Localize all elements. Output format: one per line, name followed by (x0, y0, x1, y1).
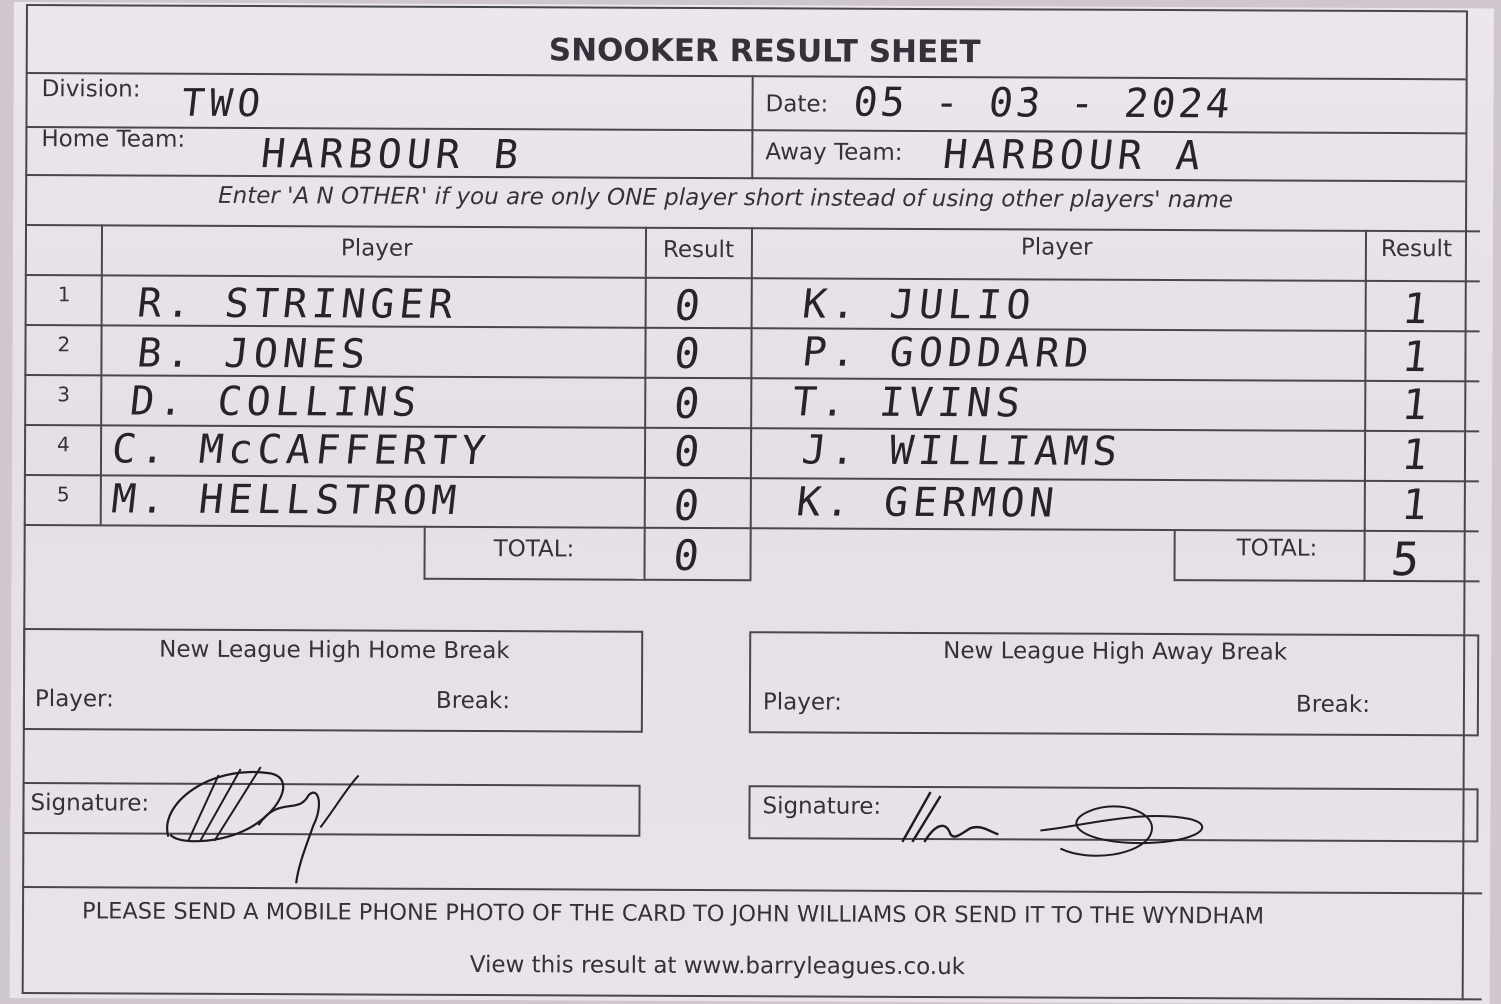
date-label: Date: (765, 91, 829, 118)
away-result: 1 (1399, 480, 1430, 530)
away-player-name: P. GODDARD (799, 329, 1096, 377)
home-result: 0 (672, 280, 703, 330)
away-player-header: Player (1020, 234, 1093, 261)
home-result: 0 (671, 426, 703, 476)
home-total-value: 0 (670, 530, 702, 580)
home-player-name: M. HELLSTROM (109, 476, 464, 524)
away-team-label: Away Team: (765, 139, 903, 166)
rule-footer (22, 886, 1483, 895)
date-value: 05 - 03 - 2024 (851, 79, 1236, 128)
away-team-value: HARBOUR A (940, 132, 1208, 180)
away-result: 1 (1399, 332, 1431, 382)
away-break-heading: New League High Away Break (943, 638, 1288, 666)
away-total-value: 5 (1388, 532, 1423, 587)
away-player-name: K. JULIO (800, 281, 1038, 329)
footer-website: View this result at www.barryleagues.co.… (469, 951, 966, 981)
row-number: 1 (57, 282, 71, 307)
row-number: 2 (57, 332, 71, 357)
away-player-name: K. GERMON (794, 479, 1062, 527)
home-result-header: Result (662, 236, 735, 264)
home-player-name: C. McCAFFERTY (109, 426, 493, 475)
away-signature-image (901, 791, 1204, 857)
home-team-label: Home Team: (41, 126, 186, 153)
rule-header-mid (751, 75, 754, 180)
rule-left (21, 4, 28, 995)
away-break-player-label: Player: (762, 689, 842, 716)
sheet-title: SNOOKER RESULT SHEET (548, 32, 981, 71)
row-number: 4 (57, 432, 70, 457)
home-break-break-label: Break: (435, 687, 511, 715)
home-result: 0 (671, 378, 703, 428)
rule-header-1 (25, 72, 1466, 81)
home-player-name: R. STRINGER (135, 280, 461, 328)
away-result-header: Result (1380, 235, 1453, 263)
rule-right (1461, 10, 1468, 1001)
home-total-label: TOTAL: (493, 536, 575, 563)
rule-home-total-bottom (643, 578, 752, 582)
away-result: 1 (1399, 380, 1431, 430)
rule-bottom (21, 992, 1482, 1001)
division-label: Division: (41, 76, 141, 103)
home-signature-label: Signature: (30, 790, 150, 817)
home-break-player-label: Player: (34, 686, 114, 713)
away-total-label: TOTAL: (1236, 535, 1318, 562)
instruction-text: Enter 'A N OTHER' if you are only ONE pl… (218, 182, 1234, 214)
home-break-heading: New League High Home Break (159, 636, 510, 665)
row-number: 3 (57, 382, 71, 407)
home-player-name: B. JONES (134, 330, 373, 378)
home-player-header: Player (340, 235, 413, 262)
home-signature-image (166, 766, 360, 884)
rule-away-total-bottom (1363, 579, 1480, 583)
footer-instruction: PLEASE SEND A MOBILE PHONE PHOTO OF THE … (81, 898, 1265, 930)
away-result: 1 (1399, 430, 1431, 480)
home-team-value: HARBOUR B (258, 131, 526, 179)
home-player-name: D. COLLINS (127, 378, 424, 426)
away-break-break-label: Break: (1295, 691, 1371, 718)
away-player-name: T. IVINS (789, 379, 1028, 427)
home-result: 0 (671, 328, 703, 378)
away-result: 1 (1399, 284, 1431, 334)
rule-top (25, 4, 1466, 13)
result-sheet: SNOOKER RESULT SHEET Division: TWO Date:… (9, 2, 1494, 1004)
away-player-name: J. WILLIAMS (799, 427, 1125, 475)
rule-header-3 (25, 174, 1466, 183)
rule-header-2 (25, 126, 1466, 135)
row-number: 5 (56, 482, 70, 507)
away-signature-label: Signature: (762, 793, 882, 820)
division-value: TWO (179, 80, 268, 126)
home-result: 0 (671, 480, 702, 530)
